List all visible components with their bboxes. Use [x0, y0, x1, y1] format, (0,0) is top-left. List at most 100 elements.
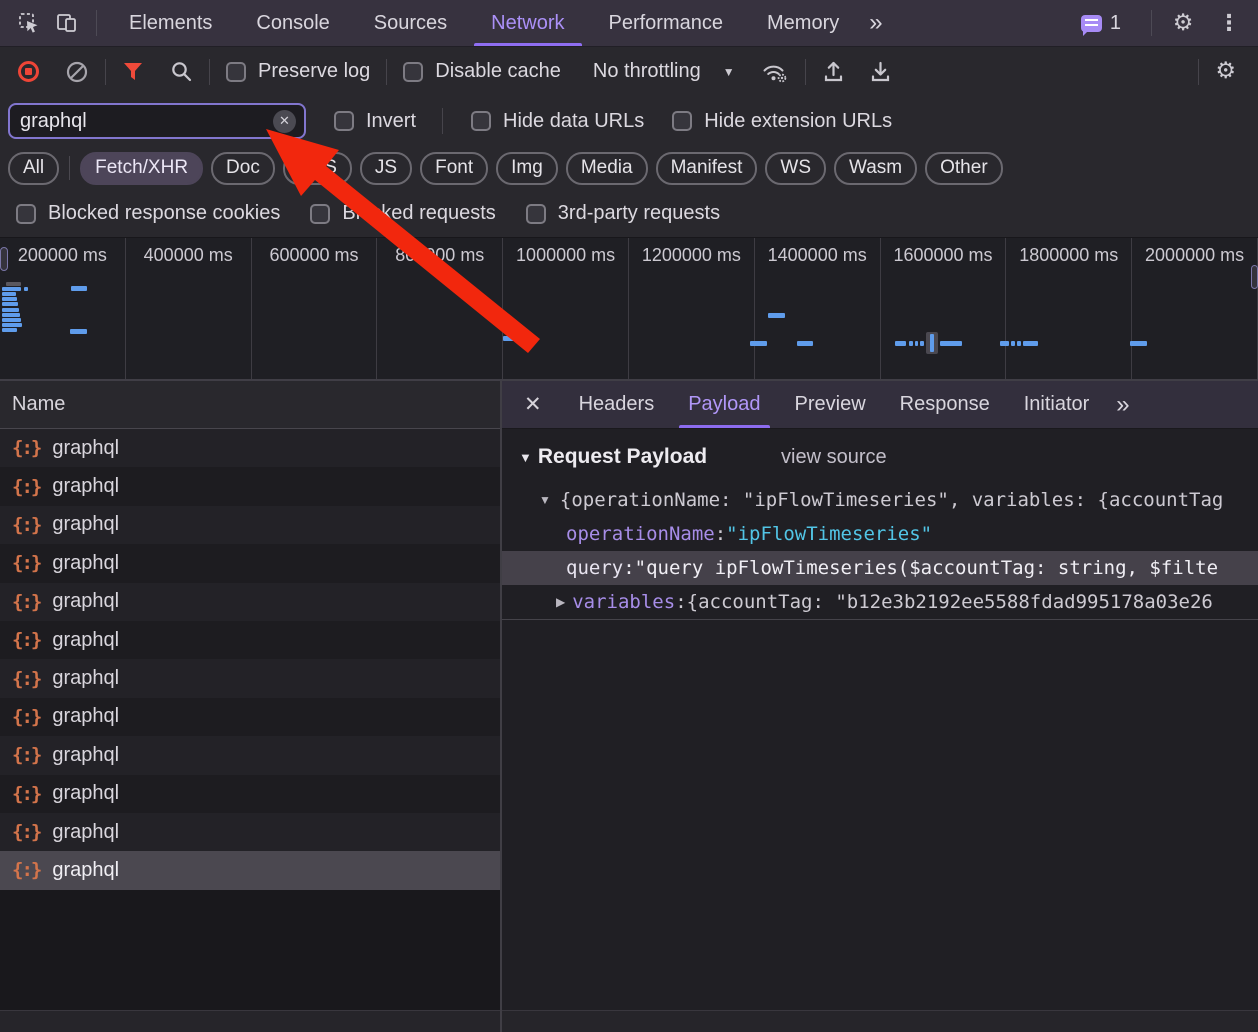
- waterfall-bar[interactable]: [2, 292, 16, 296]
- waterfall-bar[interactable]: [2, 297, 17, 301]
- tab-console[interactable]: Console: [234, 0, 351, 46]
- settings-gear-icon[interactable]: ⚙: [1166, 6, 1200, 40]
- waterfall-bar[interactable]: [920, 341, 924, 346]
- payload-operation-name-row[interactable]: operationName: "ipFlowTimeseries": [502, 517, 1258, 551]
- blocked-response-cookies-checkbox-group[interactable]: Blocked response cookies: [16, 202, 280, 225]
- tab-sources[interactable]: Sources: [352, 0, 469, 46]
- filter-chip-img[interactable]: Img: [496, 152, 558, 185]
- network-conditions-icon[interactable]: [761, 60, 789, 84]
- request-row[interactable]: {:}graphql: [0, 698, 500, 736]
- waterfall-bar[interactable]: [895, 341, 906, 346]
- more-detail-tabs-icon[interactable]: »: [1106, 381, 1139, 428]
- detail-tab-initiator[interactable]: Initiator: [1007, 381, 1107, 428]
- 3rd-party-requests-checkbox-group[interactable]: 3rd-party requests: [526, 202, 720, 225]
- waterfall-bar[interactable]: [750, 341, 767, 346]
- clear-network-log-button[interactable]: [65, 60, 89, 84]
- blocked-requests-checkbox[interactable]: [310, 204, 330, 224]
- tab-elements[interactable]: Elements: [107, 0, 234, 46]
- filter-icon[interactable]: [122, 61, 144, 82]
- tab-memory[interactable]: Memory: [745, 0, 861, 46]
- waterfall-bar[interactable]: [503, 336, 525, 341]
- waterfall-bar[interactable]: [70, 329, 87, 334]
- preserve-log-checkbox-group[interactable]: Preserve log: [226, 60, 370, 83]
- filter-chip-doc[interactable]: Doc: [211, 152, 275, 185]
- waterfall-bar[interactable]: [2, 302, 18, 306]
- payload-root-row[interactable]: ▼ {operationName: "ipFlowTimeseries", va…: [502, 483, 1258, 517]
- disable-cache-checkbox[interactable]: [403, 62, 423, 82]
- waterfall-bar[interactable]: [2, 313, 20, 317]
- hide-extension-urls-checkbox-group[interactable]: Hide extension URLs: [672, 110, 892, 133]
- waterfall-bar[interactable]: [797, 341, 813, 346]
- waterfall-bar[interactable]: [909, 341, 913, 346]
- waterfall-bar[interactable]: [2, 323, 22, 327]
- request-row[interactable]: {:}graphql: [0, 775, 500, 813]
- hide-extension-urls-checkbox[interactable]: [672, 111, 692, 131]
- request-row[interactable]: {:}graphql: [0, 659, 500, 697]
- invert-checkbox[interactable]: [334, 111, 354, 131]
- blocked-response-cookies-checkbox[interactable]: [16, 204, 36, 224]
- request-row[interactable]: {:}graphql: [0, 506, 500, 544]
- 3rd-party-requests-checkbox[interactable]: [526, 204, 546, 224]
- name-column-header[interactable]: Name: [0, 381, 500, 429]
- filter-chip-ws[interactable]: WS: [765, 152, 826, 185]
- invert-checkbox-group[interactable]: Invert: [334, 110, 416, 133]
- clear-filter-icon[interactable]: ✕: [273, 110, 296, 133]
- preserve-log-checkbox[interactable]: [226, 62, 246, 82]
- request-row[interactable]: {:}graphql: [0, 813, 500, 851]
- filter-chip-all[interactable]: All: [8, 152, 59, 185]
- disable-cache-checkbox-group[interactable]: Disable cache: [403, 60, 561, 83]
- waterfall-bar[interactable]: [2, 328, 17, 332]
- request-row[interactable]: {:}graphql: [0, 544, 500, 582]
- request-row[interactable]: {:}graphql: [0, 429, 500, 467]
- waterfall-bar[interactable]: [6, 282, 21, 286]
- waterfall-bar[interactable]: [71, 286, 87, 291]
- timeline-scroll-grip[interactable]: [0, 247, 8, 271]
- waterfall-bar[interactable]: [24, 287, 28, 291]
- waterfall-bar[interactable]: [1000, 341, 1009, 346]
- payload-query-row-selected[interactable]: query: "query ipFlowTimeseries($accountT…: [502, 551, 1258, 585]
- throttling-dropdown[interactable]: No throttling ▼: [593, 60, 735, 83]
- filter-chip-manifest[interactable]: Manifest: [656, 152, 758, 185]
- waterfall-bar[interactable]: [2, 287, 21, 291]
- detail-tab-preview[interactable]: Preview: [778, 381, 883, 428]
- filter-chip-js[interactable]: JS: [360, 152, 412, 185]
- export-har-icon[interactable]: [869, 60, 892, 84]
- detail-tab-headers[interactable]: Headers: [562, 381, 672, 428]
- waterfall-bar[interactable]: [940, 341, 962, 346]
- waterfall-bar[interactable]: [930, 334, 934, 352]
- record-network-log-button[interactable]: [18, 61, 39, 82]
- more-tabs-icon[interactable]: »: [861, 0, 890, 46]
- network-settings-gear-icon[interactable]: ⚙: [1215, 60, 1236, 83]
- tab-performance[interactable]: Performance: [587, 0, 746, 46]
- filter-chip-media[interactable]: Media: [566, 152, 648, 185]
- tab-network[interactable]: Network: [469, 0, 586, 46]
- waterfall-bar[interactable]: [2, 318, 21, 322]
- waterfall-bar[interactable]: [1017, 341, 1021, 346]
- filter-input[interactable]: [20, 110, 273, 133]
- panel-split-divider[interactable]: [500, 381, 502, 1032]
- waterfall-bar[interactable]: [1011, 341, 1015, 346]
- detail-tab-response[interactable]: Response: [883, 381, 1007, 428]
- waterfall-bar[interactable]: [1130, 341, 1147, 346]
- network-overview-timeline[interactable]: 200000 ms400000 ms600000 ms800000 ms1000…: [0, 237, 1258, 381]
- request-payload-section[interactable]: ▼ Request Payload view source: [502, 441, 1258, 473]
- filter-chip-font[interactable]: Font: [420, 152, 488, 185]
- import-har-icon[interactable]: [822, 60, 845, 84]
- hide-data-urls-checkbox-group[interactable]: Hide data URLs: [471, 110, 644, 133]
- expand-triangle-icon[interactable]: ▼: [539, 493, 551, 507]
- inspect-element-icon[interactable]: [12, 6, 46, 40]
- request-row[interactable]: {:}graphql: [0, 736, 500, 774]
- filter-chip-css[interactable]: CSS: [283, 152, 352, 185]
- expand-triangle-icon[interactable]: ▶: [556, 595, 565, 609]
- hide-data-urls-checkbox[interactable]: [471, 111, 491, 131]
- close-details-icon[interactable]: ✕: [502, 381, 562, 428]
- detail-tab-payload[interactable]: Payload: [671, 381, 777, 428]
- filter-chip-wasm[interactable]: Wasm: [834, 152, 917, 185]
- payload-variables-row[interactable]: ▶ variables: {accountTag: "b12e3b2192ee5…: [502, 585, 1258, 619]
- waterfall-bar[interactable]: [2, 308, 19, 312]
- blocked-requests-checkbox-group[interactable]: Blocked requests: [310, 202, 495, 225]
- view-source-link[interactable]: view source: [781, 441, 887, 473]
- request-row[interactable]: {:}graphql: [0, 467, 500, 505]
- timeline-scroll-grip[interactable]: [1251, 265, 1258, 289]
- request-row[interactable]: {:}graphql: [0, 583, 500, 621]
